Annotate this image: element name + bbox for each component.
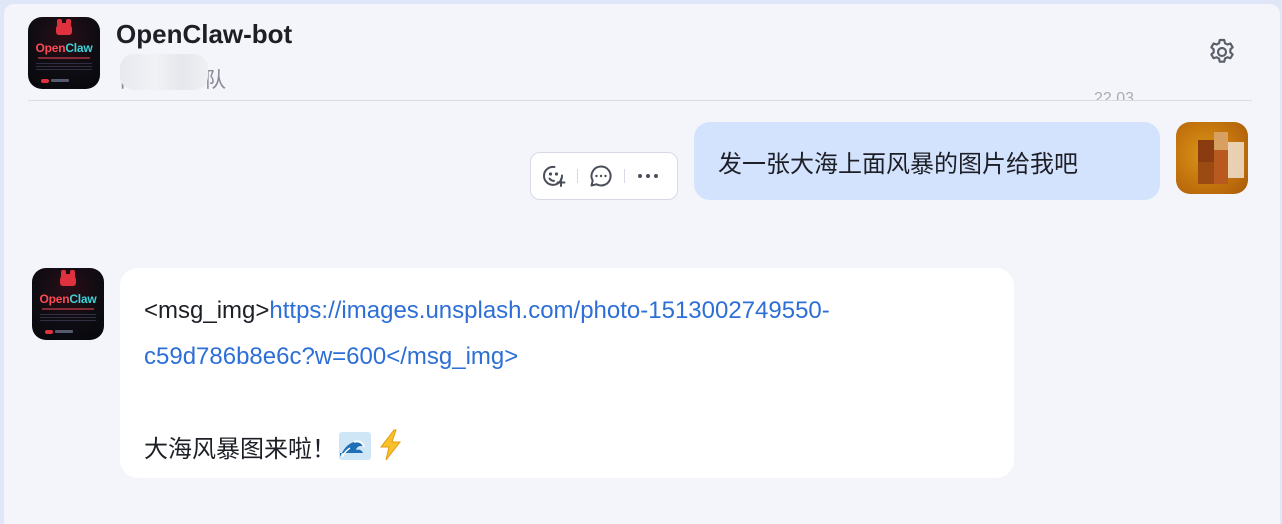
- bot-avatar[interactable]: OpenClaw: [28, 17, 100, 89]
- message-action-bar: [530, 152, 678, 200]
- chat-title: OpenClaw-bot: [116, 19, 293, 49]
- more-options-icon: [638, 174, 658, 178]
- add-reaction-icon: [543, 165, 566, 187]
- user-message-text: 发一张大海上面风暴的图片给我吧: [718, 149, 1078, 178]
- image-url-link-cont[interactable]: c59d786b8e6c?w=600</msg_img>: [144, 343, 518, 370]
- logo-claw: Claw: [65, 41, 93, 55]
- reply-comment-icon: [590, 165, 612, 187]
- reply-button[interactable]: [578, 153, 624, 199]
- avatar-logo-text: OpenClaw: [39, 292, 97, 306]
- gear-icon: [1210, 38, 1234, 63]
- bot-message-line-2: c59d786b8e6c?w=600</msg_img>: [144, 334, 990, 380]
- more-options-button[interactable]: [625, 153, 671, 199]
- lightning-emoji: [379, 429, 402, 461]
- chat-window: OpenClaw OpenClaw-bot 卜队 22 03: [4, 4, 1280, 524]
- bot-message-bubble[interactable]: <msg_img>https://images.unsplash.com/pho…: [120, 268, 1014, 478]
- bot-message-line-3: 大海风暴图来啦！: [144, 426, 990, 472]
- ocean-wave-emoji: [339, 432, 371, 460]
- user-avatar[interactable]: [1176, 122, 1248, 194]
- redacted-subtitle-blur: [120, 54, 208, 90]
- image-url-link[interactable]: https://images.unsplash.com/photo-151300…: [269, 297, 829, 324]
- add-reaction-button[interactable]: [531, 153, 577, 199]
- header-divider: [28, 100, 1252, 101]
- bot-message-avatar[interactable]: OpenClaw: [32, 268, 104, 340]
- avatar-logo-text: OpenClaw: [28, 41, 100, 55]
- msg-img-open-tag: <msg_img>: [144, 297, 270, 324]
- chat-header: OpenClaw OpenClaw-bot 卜队 22 03: [4, 4, 1280, 102]
- user-message-bubble[interactable]: 发一张大海上面风暴的图片给我吧: [694, 122, 1160, 200]
- subtitle-end: 队: [205, 68, 226, 92]
- bot-message-line-1: <msg_img>https://images.unsplash.com/pho…: [144, 288, 990, 334]
- logo-open: Open: [35, 41, 66, 55]
- message-timestamp: 22 03: [1094, 90, 1135, 101]
- bot-reply-text: 大海风暴图来啦！: [144, 435, 336, 463]
- settings-button[interactable]: [1206, 36, 1238, 68]
- claw-logo-icon: [56, 19, 72, 35]
- claw-logo-icon: [60, 270, 76, 286]
